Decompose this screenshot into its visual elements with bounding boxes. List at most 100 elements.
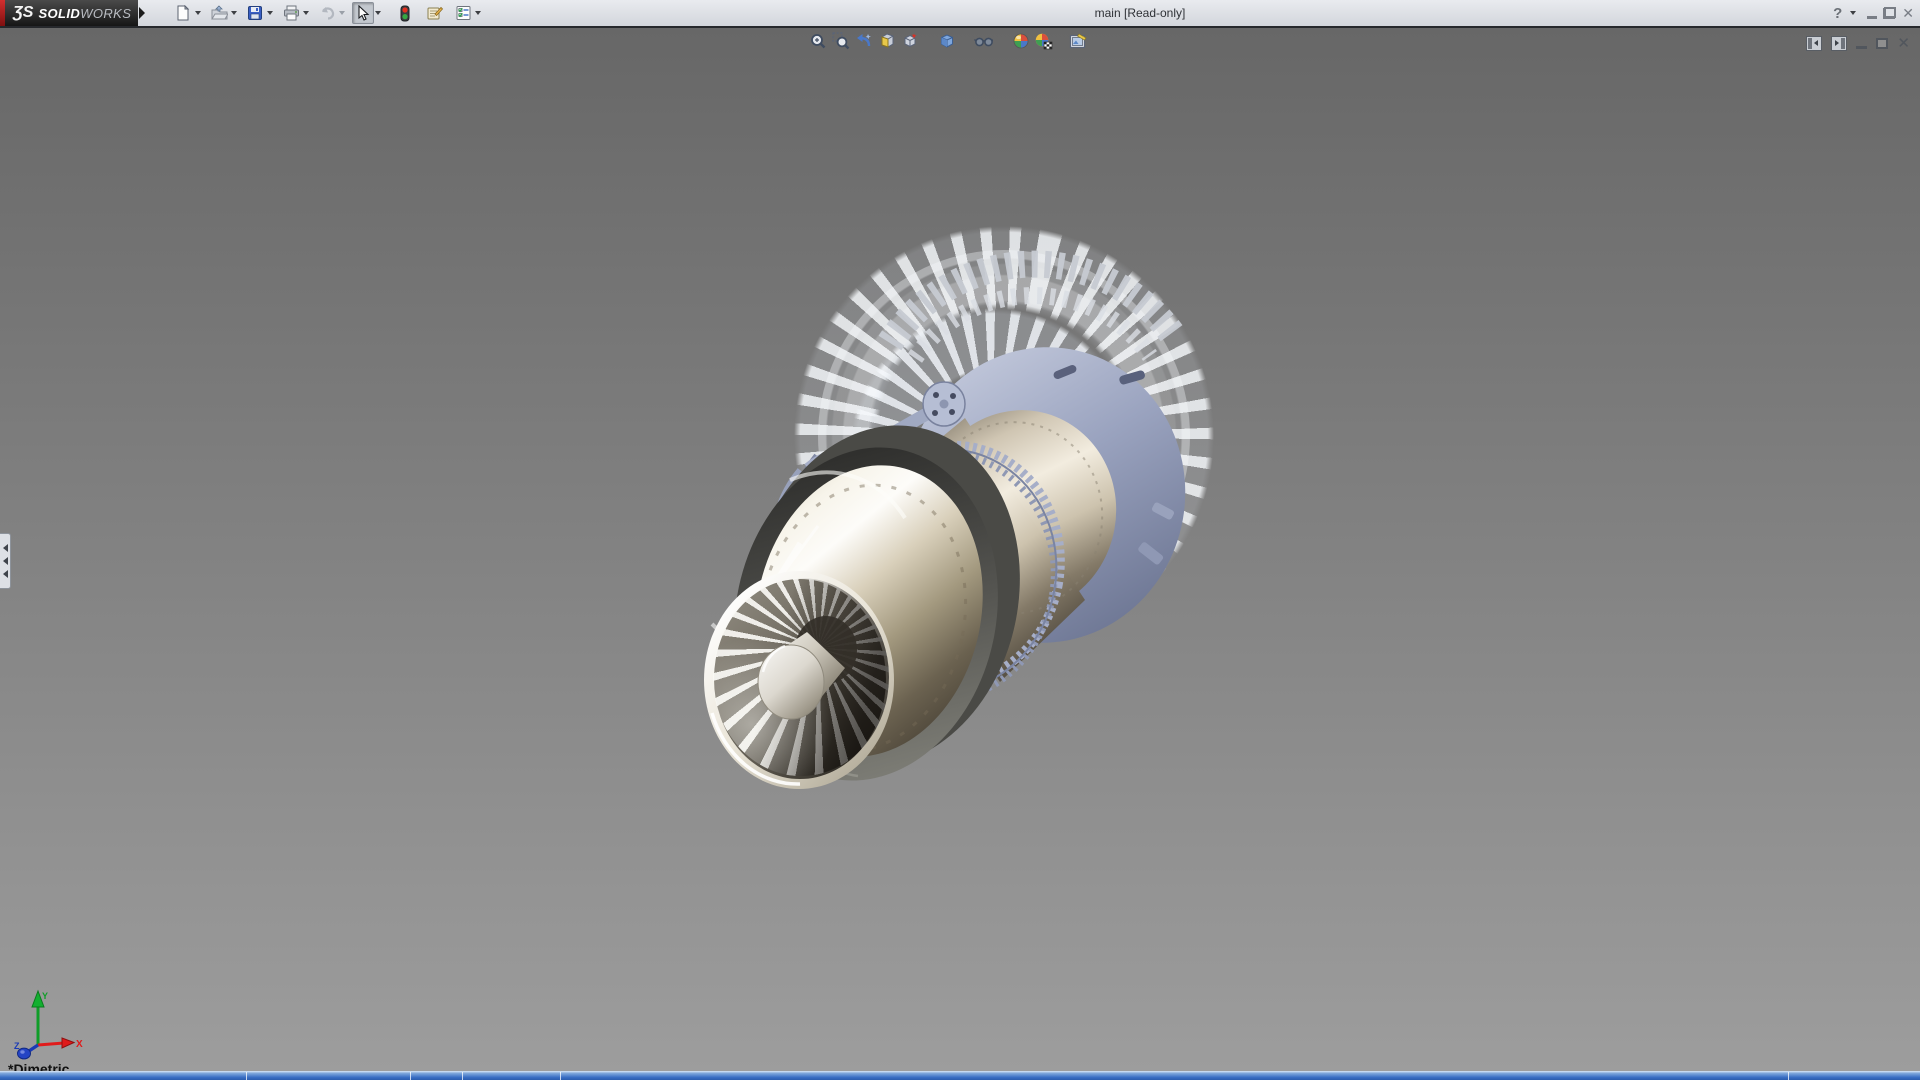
apply-scene-icon xyxy=(1034,32,1053,50)
hide-show-items-button[interactable] xyxy=(974,31,993,50)
drum-seam xyxy=(907,408,1118,628)
shaft-body xyxy=(767,632,845,705)
feature-manager-collapsed-tab[interactable] xyxy=(0,533,11,589)
zoom-to-fit-button[interactable] xyxy=(808,31,827,50)
print-icon xyxy=(283,5,300,21)
minimize-document-button[interactable] xyxy=(1856,46,1867,49)
print-button[interactable] xyxy=(280,2,302,24)
solidworks-logo-text: SOLIDWORKS xyxy=(38,6,131,21)
bolted-flange xyxy=(923,382,965,426)
restore-app-button[interactable] xyxy=(1884,8,1895,18)
appearance-ball-icon xyxy=(1012,32,1030,50)
titlebar-border xyxy=(0,26,1920,28)
fan-metallic-blade-arc xyxy=(890,264,1175,343)
stoplight-macro-button[interactable] xyxy=(394,2,416,24)
design-journal-button[interactable] xyxy=(423,2,445,24)
select-tool-button[interactable] xyxy=(352,2,374,24)
open-folder-icon xyxy=(211,5,228,21)
previous-view-button[interactable] xyxy=(854,31,873,50)
restore-document-button[interactable] xyxy=(1876,38,1888,49)
lip-highlight xyxy=(712,713,800,784)
interior-ribs xyxy=(713,578,889,776)
shaft-hub-ring xyxy=(795,616,857,684)
design-journal-icon xyxy=(426,5,443,21)
help-dropdown[interactable] xyxy=(1850,11,1856,15)
triad-z-label: Z xyxy=(14,1041,20,1051)
view-orientation-button[interactable] xyxy=(900,31,919,50)
select-tool-dropdown[interactable] xyxy=(375,11,381,15)
open-button[interactable] xyxy=(208,2,230,24)
save-floppy-icon xyxy=(247,5,263,21)
cone-top-highlight xyxy=(790,472,905,518)
display-style-button[interactable] xyxy=(937,31,956,50)
design-checker-button[interactable] xyxy=(452,2,474,24)
previous-view-icon xyxy=(855,32,873,50)
save-button[interactable] xyxy=(244,2,266,24)
cone-lip xyxy=(704,571,894,789)
view-orientation-label: *Dimetric xyxy=(8,1061,69,1071)
fuel-pipes xyxy=(774,446,896,655)
solidworks-logo-glyph: ƷS xyxy=(13,4,33,22)
exhaust-cone xyxy=(729,444,1009,778)
undo-button[interactable] xyxy=(316,2,338,24)
minimize-app-button[interactable] xyxy=(1867,16,1877,19)
apply-scene-button[interactable] xyxy=(1034,31,1053,50)
design-checker-dropdown[interactable] xyxy=(475,11,481,15)
select-cursor-icon xyxy=(356,5,370,21)
new-document-dropdown[interactable] xyxy=(195,11,201,15)
stoplight-icon xyxy=(400,5,410,22)
view-orientation-icon xyxy=(901,32,919,50)
print-dropdown[interactable] xyxy=(303,11,309,15)
undo-icon xyxy=(319,5,336,21)
headsup-view-toolbar xyxy=(808,31,1092,50)
status-bar xyxy=(0,1071,1920,1080)
casing-ring xyxy=(881,325,1208,665)
graphics-viewport[interactable]: ✕ Y X Z *Dimetric xyxy=(0,28,1920,1071)
cone-interior xyxy=(714,579,886,779)
document-title: main [Read-only] xyxy=(1040,0,1240,26)
interior-shading xyxy=(713,578,889,776)
new-document-button[interactable] xyxy=(172,2,194,24)
standard-toolbar xyxy=(172,2,488,24)
chrome-drum-rear xyxy=(908,395,1133,629)
checkered-flag xyxy=(1044,42,1052,49)
document-window-controls: ✕ xyxy=(1806,34,1910,52)
undo-dropdown[interactable] xyxy=(339,11,345,15)
turbine-fan-inner-row xyxy=(843,301,1143,601)
bracket-clevis xyxy=(870,434,886,450)
titlebar-controls: ? ✕ xyxy=(1833,0,1914,26)
toolbar-overflow-arrow-icon[interactable] xyxy=(139,7,145,19)
triad-x-label: X xyxy=(76,1039,83,1050)
collapse-arrow-icon xyxy=(3,544,8,552)
edit-appearance-button[interactable] xyxy=(1011,31,1030,50)
collapse-arrow-icon xyxy=(3,570,8,578)
new-document-icon xyxy=(175,5,191,21)
eyeglasses-icon xyxy=(974,32,993,50)
jet-engine-model xyxy=(0,28,1920,1071)
open-dropdown[interactable] xyxy=(231,11,237,15)
turbine-fan-shroud xyxy=(818,250,1190,622)
section-view-icon xyxy=(878,32,896,50)
zoom-to-area-icon xyxy=(832,32,850,50)
casing-tab xyxy=(1137,541,1164,566)
section-view-button[interactable] xyxy=(877,31,896,50)
close-app-button[interactable]: ✕ xyxy=(1902,0,1914,26)
solidworks-logo: ƷS SOLIDWORKS xyxy=(5,0,138,26)
fan-metallic-blade-arc-inner xyxy=(915,296,1150,358)
close-document-button[interactable]: ✕ xyxy=(1897,34,1910,52)
nozzle-ring-front xyxy=(704,423,1028,806)
show-task-pane-button[interactable] xyxy=(1831,36,1847,51)
nozzle-ring-back xyxy=(717,400,1051,792)
casing-slot xyxy=(1052,364,1077,380)
shaft-tip xyxy=(758,645,824,719)
view-settings-button[interactable] xyxy=(1069,31,1088,50)
show-feature-pane-button[interactable] xyxy=(1806,36,1822,51)
save-dropdown[interactable] xyxy=(267,11,273,15)
combustor-rings xyxy=(802,428,1079,721)
help-icon[interactable]: ? xyxy=(1833,5,1842,22)
triad-y-label: Y xyxy=(42,991,48,1001)
solidworks-window: ƷS SOLIDWORKS xyxy=(0,0,1920,1080)
zoom-to-area-button[interactable] xyxy=(831,31,850,50)
display-style-icon xyxy=(938,32,956,50)
turbine-fan-outer-row xyxy=(776,208,1231,663)
